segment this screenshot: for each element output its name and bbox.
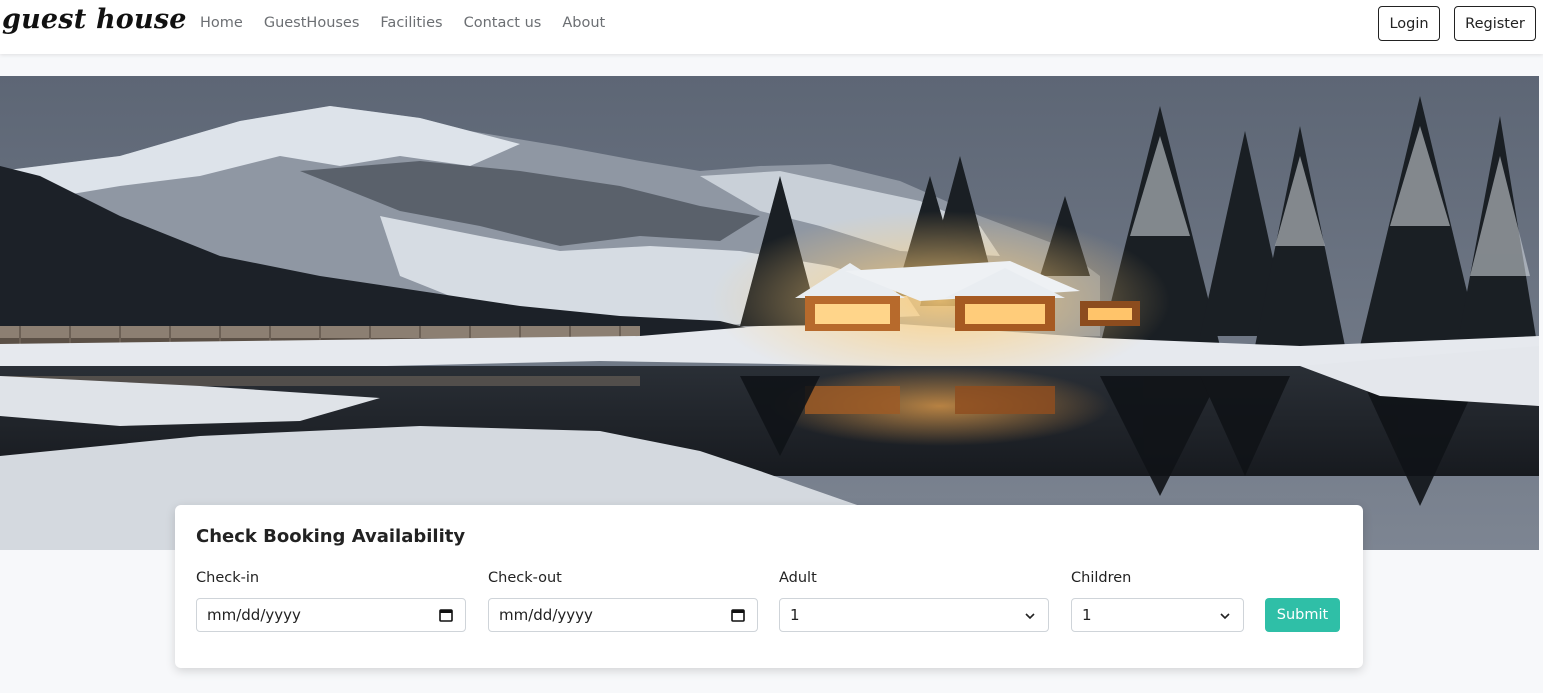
chevron-down-icon [1025, 613, 1035, 620]
submit-button[interactable]: Submit [1265, 598, 1340, 632]
calendar-icon[interactable] [439, 608, 453, 622]
checkout-label: Check-out [488, 570, 562, 586]
brand-logo[interactable]: guest house [2, 4, 187, 35]
children-select[interactable]: 1 [1071, 598, 1244, 632]
nav-link-contact[interactable]: Contact us [464, 15, 542, 31]
nav-link-facilities[interactable]: Facilities [380, 15, 442, 31]
children-value: 1 [1082, 606, 1092, 624]
chevron-down-icon [1220, 613, 1230, 620]
checkout-date-input[interactable]: mm/dd/yyyy [488, 598, 758, 632]
login-button[interactable]: Login [1378, 6, 1440, 41]
nav-links: Home GuestHouses Facilities Contact us A… [200, 15, 626, 31]
checkout-value: mm/dd/yyyy [499, 606, 593, 624]
children-label: Children [1071, 570, 1132, 586]
calendar-icon[interactable] [731, 608, 745, 622]
checkin-value: mm/dd/yyyy [207, 606, 301, 624]
adult-label: Adult [779, 570, 817, 586]
nav-link-about[interactable]: About [562, 15, 605, 31]
booking-availability-card: Check Booking Availability Check-in mm/d… [175, 505, 1363, 668]
hero-image [0, 76, 1539, 550]
nav-link-guesthouses[interactable]: GuestHouses [264, 15, 360, 31]
booking-card-title: Check Booking Availability [196, 526, 466, 547]
register-button[interactable]: Register [1454, 6, 1536, 41]
adult-select[interactable]: 1 [779, 598, 1049, 632]
hero-landscape-illustration [0, 76, 1539, 550]
checkin-label: Check-in [196, 570, 260, 586]
nav-link-home[interactable]: Home [200, 15, 243, 31]
checkin-date-input[interactable]: mm/dd/yyyy [196, 598, 466, 632]
top-navbar: guest house Home GuestHouses Facilities … [0, 0, 1543, 54]
adult-value: 1 [790, 606, 800, 624]
